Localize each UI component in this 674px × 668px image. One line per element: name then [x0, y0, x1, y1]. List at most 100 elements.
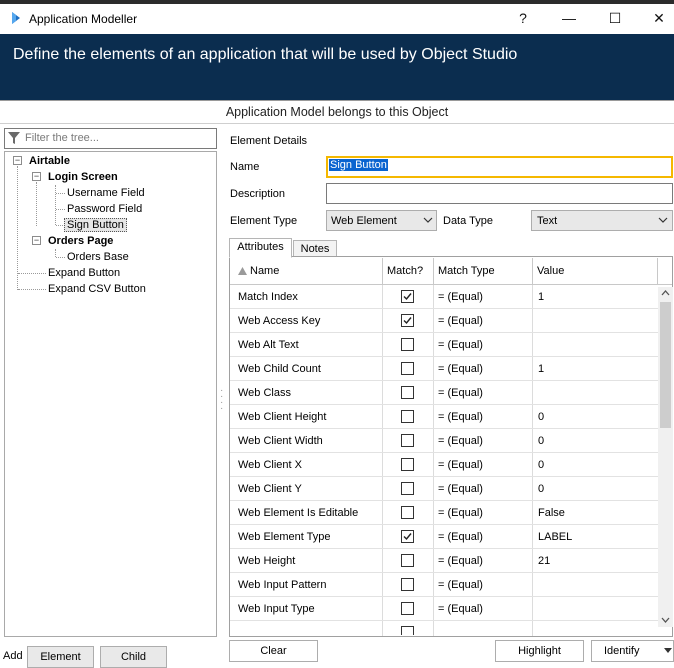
- match-checkbox[interactable]: [401, 626, 414, 635]
- match-checkbox[interactable]: [401, 386, 414, 399]
- match-checkbox[interactable]: [401, 314, 414, 327]
- match-type[interactable]: = (Equal): [438, 357, 483, 381]
- column-separator: [657, 258, 658, 284]
- collapse-icon[interactable]: −: [32, 172, 41, 181]
- attribute-value[interactable]: 1: [538, 285, 544, 309]
- attribute-name: Web Alt Text: [238, 339, 299, 351]
- attribute-value[interactable]: False: [538, 501, 565, 525]
- column-separator: [433, 285, 434, 636]
- column-separator: [382, 258, 383, 284]
- column-header-match[interactable]: Match?: [387, 257, 423, 285]
- match-checkbox[interactable]: [401, 602, 414, 615]
- match-type[interactable]: = (Equal): [438, 477, 483, 501]
- element-type-value: Web Element: [331, 215, 397, 227]
- attribute-name: Web Input Type: [238, 603, 315, 615]
- match-checkbox[interactable]: [401, 506, 414, 519]
- tree-line: [36, 182, 37, 226]
- match-checkbox[interactable]: [401, 578, 414, 591]
- tree-node-username-field[interactable]: Username Field: [67, 187, 145, 199]
- column-header-name[interactable]: Name: [250, 257, 279, 285]
- tree-line: [56, 209, 65, 210]
- app-icon: [12, 12, 20, 24]
- header-banner: [0, 34, 674, 100]
- attribute-name: Web Height: [238, 555, 296, 567]
- attribute-name: Web Element Type: [238, 531, 331, 543]
- match-type[interactable]: = (Equal): [438, 501, 483, 525]
- match-checkbox[interactable]: [401, 290, 414, 303]
- column-header-match-type[interactable]: Match Type: [438, 257, 495, 285]
- match-checkbox[interactable]: [401, 338, 414, 351]
- match-type[interactable]: = (Equal): [438, 405, 483, 429]
- add-child-button[interactable]: Child: [100, 646, 167, 668]
- tree-node-expand-csv-button[interactable]: Expand CSV Button: [48, 283, 146, 295]
- attribute-value[interactable]: 21: [538, 549, 550, 573]
- description-input[interactable]: [326, 183, 673, 204]
- identify-button[interactable]: Identify: [591, 640, 674, 662]
- attribute-name: Web Input Pattern: [238, 579, 327, 591]
- description-label: Description: [230, 188, 286, 200]
- caret-down-icon[interactable]: [664, 648, 672, 654]
- match-checkbox[interactable]: [401, 554, 414, 567]
- banner-description: Define the elements of an application th…: [13, 46, 518, 63]
- add-element-button[interactable]: Element: [27, 646, 94, 668]
- add-label: Add: [3, 650, 23, 662]
- match-checkbox[interactable]: [401, 434, 414, 447]
- match-type[interactable]: = (Equal): [438, 429, 483, 453]
- minimize-button[interactable]: —: [546, 4, 592, 32]
- minimize-icon: —: [562, 10, 576, 26]
- attribute-value[interactable]: LABEL: [538, 525, 572, 549]
- tree-node-orders-page[interactable]: Orders Page: [48, 235, 113, 247]
- attribute-name: Web Child Count: [238, 363, 321, 375]
- tree-node-orders-base[interactable]: Orders Base: [67, 251, 129, 263]
- column-header-value[interactable]: Value: [537, 257, 564, 285]
- collapse-icon[interactable]: −: [13, 156, 22, 165]
- attribute-value[interactable]: 0: [538, 429, 544, 453]
- highlight-button[interactable]: Highlight: [495, 640, 584, 662]
- tree-node-password-field[interactable]: Password Field: [67, 203, 142, 215]
- tree-node-airtable[interactable]: Airtable: [29, 155, 70, 167]
- scroll-down-icon[interactable]: [661, 616, 670, 624]
- tree-node-expand-button[interactable]: Expand Button: [48, 267, 120, 279]
- column-separator: [382, 285, 383, 636]
- help-button[interactable]: ?: [500, 4, 546, 32]
- match-checkbox[interactable]: [401, 362, 414, 375]
- attribute-name: Web Client Width: [238, 435, 323, 447]
- match-checkbox[interactable]: [401, 458, 414, 471]
- tree-line: [56, 257, 65, 258]
- scrollbar-thumb[interactable]: [660, 302, 671, 428]
- match-type[interactable]: = (Equal): [438, 453, 483, 477]
- match-checkbox[interactable]: [401, 482, 414, 495]
- tree-line: [17, 166, 18, 290]
- match-type[interactable]: = (Equal): [438, 549, 483, 573]
- match-type[interactable]: = (Equal): [438, 573, 483, 597]
- data-type-value: Text: [537, 215, 558, 227]
- match-checkbox[interactable]: [401, 530, 414, 543]
- match-type[interactable]: = (Equal): [438, 333, 483, 357]
- data-type-label: Data Type: [443, 215, 493, 227]
- match-type[interactable]: = (Equal): [438, 285, 483, 309]
- attribute-name: Web Client Height: [238, 411, 327, 423]
- tab-attributes[interactable]: Attributes: [229, 238, 292, 258]
- attribute-value[interactable]: 0: [538, 453, 544, 477]
- match-type[interactable]: = (Equal): [438, 525, 483, 549]
- scroll-up-icon[interactable]: [661, 289, 670, 297]
- splitter-grip[interactable]: · · · ·: [220, 386, 223, 414]
- name-label: Name: [230, 161, 260, 173]
- match-type[interactable]: = (Equal): [438, 381, 483, 405]
- match-type[interactable]: = (Equal): [438, 309, 483, 333]
- attribute-name: Web Client X: [238, 459, 302, 471]
- attribute-value[interactable]: 0: [538, 477, 544, 501]
- filter-icon: [8, 132, 20, 144]
- column-separator: [532, 258, 533, 284]
- tree-node-sign-button[interactable]: Sign Button: [64, 218, 127, 232]
- sort-ascending-icon: [238, 267, 247, 275]
- maximize-button[interactable]: ☐: [592, 4, 638, 32]
- attribute-value[interactable]: 1: [538, 357, 544, 381]
- collapse-icon[interactable]: −: [32, 236, 41, 245]
- tree-node-login-screen[interactable]: Login Screen: [48, 171, 118, 183]
- clear-button[interactable]: Clear: [229, 640, 318, 662]
- match-checkbox[interactable]: [401, 410, 414, 423]
- match-type[interactable]: = (Equal): [438, 597, 483, 621]
- close-button[interactable]: ✕: [636, 4, 674, 32]
- attribute-value[interactable]: 0: [538, 405, 544, 429]
